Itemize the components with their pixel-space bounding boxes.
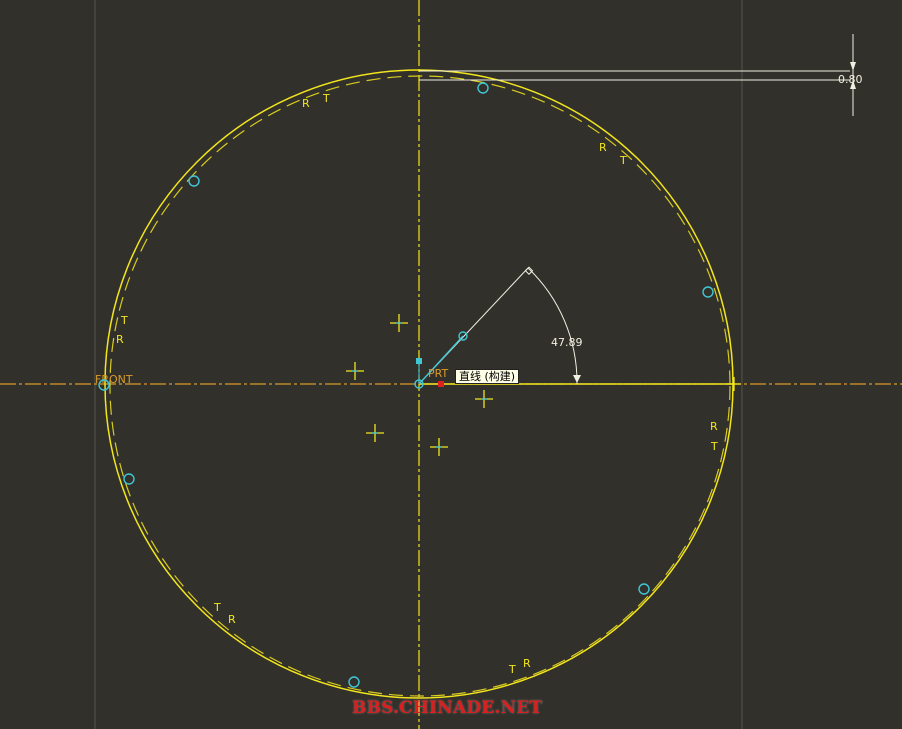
hover-tooltip: 直线 (构建) bbox=[455, 369, 520, 384]
cross-point-icon[interactable] bbox=[346, 362, 364, 380]
constraint-r-label[interactable]: R bbox=[710, 420, 718, 433]
red-selection-handle[interactable] bbox=[438, 381, 444, 387]
constraint-t-label[interactable]: T bbox=[508, 663, 516, 676]
constraint-r-label[interactable]: R bbox=[599, 141, 607, 154]
constraint-t-label[interactable]: T bbox=[710, 440, 718, 453]
angle-dimension-arc[interactable] bbox=[527, 267, 578, 385]
offset-construction-circle[interactable] bbox=[109, 75, 731, 697]
constraint-t-label[interactable]: T bbox=[213, 601, 221, 614]
cross-point-icon[interactable] bbox=[475, 390, 493, 408]
circle-point-icon[interactable] bbox=[702, 286, 714, 298]
constraint-t-label[interactable]: T bbox=[120, 314, 128, 327]
cross-point-icon[interactable] bbox=[727, 377, 741, 391]
cross-point-icon[interactable] bbox=[390, 314, 408, 332]
circle-point-icon[interactable] bbox=[123, 473, 135, 485]
front-datum-label: FRONT bbox=[95, 373, 133, 386]
angle-dimension-value[interactable]: 47.89 bbox=[551, 336, 583, 349]
constraint-r-label[interactable]: R bbox=[302, 97, 310, 110]
sketch-canvas[interactable]: 0.80 47.89 FRONT PRT R T R T T R R T T R… bbox=[0, 0, 902, 729]
arrowhead-icon bbox=[850, 62, 856, 71]
constraint-t-label[interactable]: T bbox=[619, 154, 627, 167]
cross-point-icon[interactable] bbox=[430, 438, 448, 456]
circle-point-icon[interactable] bbox=[188, 175, 200, 187]
constraint-r-label[interactable]: R bbox=[116, 333, 124, 346]
circle-point-icon[interactable] bbox=[638, 583, 650, 595]
arrowhead-icon bbox=[573, 375, 581, 383]
constraint-r-label[interactable]: R bbox=[228, 613, 236, 626]
cross-point-icon[interactable] bbox=[366, 424, 384, 442]
constraint-r-label[interactable]: R bbox=[523, 657, 531, 670]
circle-point-icon[interactable] bbox=[477, 82, 489, 94]
offset-dimension-value[interactable]: 0.80 bbox=[838, 73, 863, 86]
circle-points-group bbox=[98, 82, 714, 688]
watermark: BBS.CHINADE.NET bbox=[352, 698, 543, 718]
prt-datum-label: PRT bbox=[428, 367, 448, 380]
cross-points-group bbox=[346, 314, 741, 456]
circle-point-icon[interactable] bbox=[348, 676, 360, 688]
constraint-t-label[interactable]: T bbox=[322, 92, 330, 105]
sketch-viewport[interactable]: 0.80 47.89 FRONT PRT R T R T T R R T T R… bbox=[0, 0, 902, 729]
